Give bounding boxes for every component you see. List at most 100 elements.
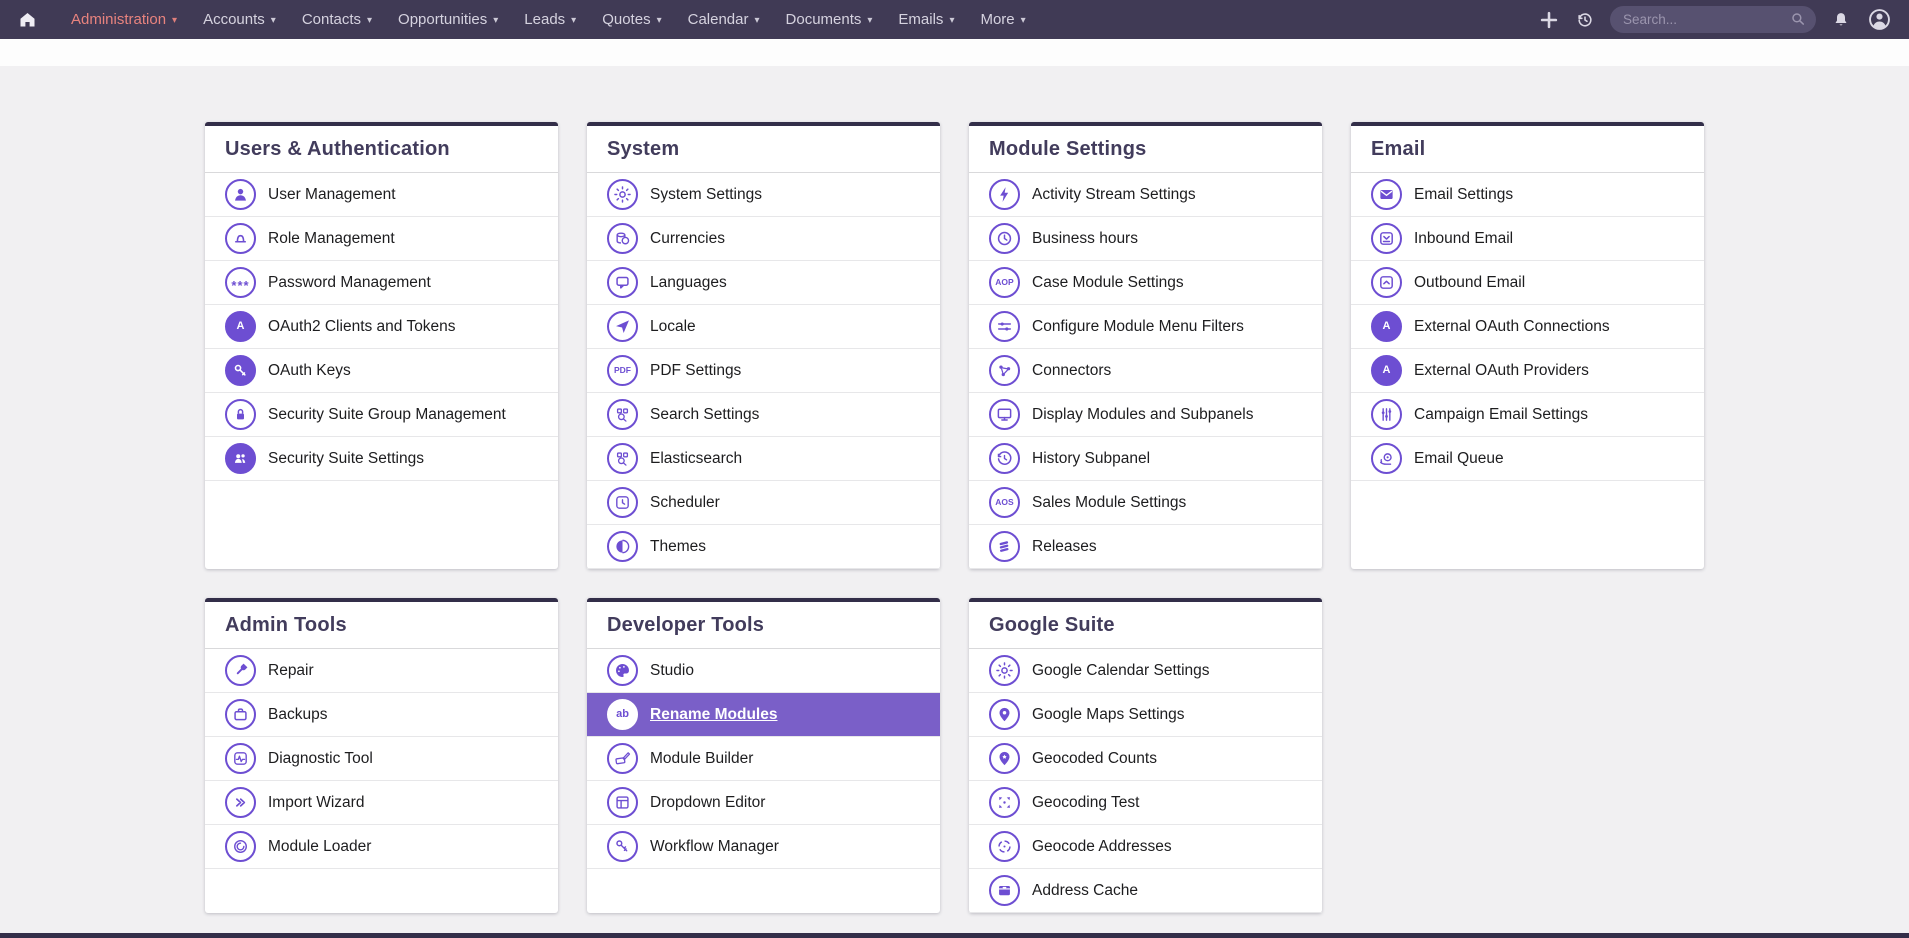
admin-panel-item[interactable]: *** Password Management xyxy=(205,261,558,305)
admin-panel-item[interactable]: History Subpanel xyxy=(969,437,1322,481)
admin-panel-item[interactable]: Module Loader xyxy=(205,825,558,869)
admin-panel-item[interactable]: OAuth Keys xyxy=(205,349,558,393)
admin-panels-grid: Users & Authentication User Management R… xyxy=(205,122,1704,913)
admin-panel-item[interactable]: Activity Stream Settings xyxy=(969,173,1322,217)
navbar-right xyxy=(1538,6,1893,33)
admin-panel-item[interactable]: AOS Sales Module Settings xyxy=(969,481,1322,525)
padlock-icon xyxy=(225,399,256,430)
nav-item-quotes[interactable]: Quotes ▾ xyxy=(589,0,674,39)
bell-icon[interactable] xyxy=(1831,10,1851,30)
key-icon xyxy=(225,355,256,386)
avatar-icon[interactable] xyxy=(1866,6,1893,33)
admin-panel-item[interactable]: Email Queue xyxy=(1351,437,1704,481)
admin-panel-item[interactable]: Configure Module Menu Filters xyxy=(969,305,1322,349)
admin-panel-item[interactable]: PDF PDF Settings xyxy=(587,349,940,393)
admin-panel-item[interactable]: Business hours xyxy=(969,217,1322,261)
admin-panel-item[interactable]: Backups xyxy=(205,693,558,737)
chevron-down-icon: ▾ xyxy=(867,13,872,26)
admin-panel-item[interactable]: Module Builder xyxy=(587,737,940,781)
snail-icon xyxy=(1371,443,1402,474)
nav-item-documents[interactable]: Documents ▾ xyxy=(773,0,886,39)
history-icon[interactable] xyxy=(1575,10,1595,30)
admin-panel-item[interactable]: Inbound Email xyxy=(1351,217,1704,261)
admin-panel-item[interactable]: Geocoded Counts xyxy=(969,737,1322,781)
diagnostic-icon xyxy=(225,743,256,774)
search-box xyxy=(1610,6,1816,33)
admin-panel-item[interactable]: System Settings xyxy=(587,173,940,217)
panel-rows: Activity Stream Settings Business hours … xyxy=(969,173,1322,569)
admin-panel-item[interactable]: User Management xyxy=(205,173,558,217)
admin-panel-item[interactable]: A OAuth2 Clients and Tokens xyxy=(205,305,558,349)
clock-icon xyxy=(989,223,1020,254)
admin-panel-item[interactable]: Scheduler xyxy=(587,481,940,525)
envelope-icon xyxy=(1371,179,1402,210)
panel-title: Admin Tools xyxy=(205,602,558,649)
workflow-key-icon xyxy=(607,831,638,862)
admin-panel-item[interactable]: Security Suite Settings xyxy=(205,437,558,481)
panel-title: Email xyxy=(1351,126,1704,173)
wrench-icon xyxy=(225,655,256,686)
admin-panel-item[interactable]: Dropdown Editor xyxy=(587,781,940,825)
admin-panel-item[interactable]: Role Management xyxy=(205,217,558,261)
admin-panel-item[interactable]: Geocoding Test xyxy=(969,781,1322,825)
admin-panel-item[interactable]: Campaign Email Settings xyxy=(1351,393,1704,437)
nav-item-emails[interactable]: Emails ▾ xyxy=(885,0,967,39)
admin-panel-item[interactable]: Releases xyxy=(969,525,1322,569)
nav-item-calendar[interactable]: Calendar ▾ xyxy=(675,0,773,39)
admin-panel-item[interactable]: Languages xyxy=(587,261,940,305)
hat-icon xyxy=(225,223,256,254)
admin-panel-item[interactable]: Connectors xyxy=(969,349,1322,393)
admin-panel-item[interactable]: Google Maps Settings xyxy=(969,693,1322,737)
admin-panel: System System Settings Currencies Langua… xyxy=(587,122,940,569)
admin-panel-item[interactable]: Diagnostic Tool xyxy=(205,737,558,781)
admin-panel-item[interactable]: Display Modules and Subpanels xyxy=(969,393,1322,437)
admin-panel-item[interactable]: Google Calendar Settings xyxy=(969,649,1322,693)
admin-panel-item[interactable]: Geocode Addresses xyxy=(969,825,1322,869)
nav-item-leads[interactable]: Leads ▾ xyxy=(511,0,589,39)
admin-panel-item[interactable]: Currencies xyxy=(587,217,940,261)
nav-item-accounts[interactable]: Accounts ▾ xyxy=(190,0,289,39)
admin-panel-item[interactable]: Themes xyxy=(587,525,940,569)
admin-panel-item[interactable]: Import Wizard xyxy=(205,781,558,825)
ab-icon: ab xyxy=(607,699,638,730)
admin-panel-item[interactable]: Email Settings xyxy=(1351,173,1704,217)
admin-panel-item[interactable]: Outbound Email xyxy=(1351,261,1704,305)
chevron-down-icon: ▾ xyxy=(271,13,276,26)
admin-panel-item[interactable]: Security Suite Group Management xyxy=(205,393,558,437)
admin-panel-item[interactable]: A External OAuth Providers xyxy=(1351,349,1704,393)
search-input[interactable] xyxy=(1610,6,1816,33)
oauth-a-icon: A xyxy=(225,311,256,342)
nav-item-more[interactable]: More ▾ xyxy=(967,0,1038,39)
admin-panel: Module Settings Activity Stream Settings… xyxy=(969,122,1322,569)
admin-panel-item[interactable]: Search Settings xyxy=(587,393,940,437)
panel-rows: User Management Role Management *** Pass… xyxy=(205,173,558,481)
home-icon[interactable] xyxy=(10,0,44,39)
admin-panel-item[interactable]: A External OAuth Connections xyxy=(1351,305,1704,349)
plus-icon[interactable] xyxy=(1538,9,1560,31)
aop-icon: AOP xyxy=(989,267,1020,298)
admin-panel-item[interactable]: AOP Case Module Settings xyxy=(969,261,1322,305)
chevron-down-icon: ▾ xyxy=(493,13,498,26)
nav-item-contacts[interactable]: Contacts ▾ xyxy=(289,0,385,39)
admin-panel-item[interactable]: Workflow Manager xyxy=(587,825,940,869)
admin-panel-item[interactable]: Repair xyxy=(205,649,558,693)
admin-panel-item[interactable]: Address Cache xyxy=(969,869,1322,913)
admin-panel: Google Suite Google Calendar Settings Go… xyxy=(969,598,1322,913)
panel-rows: Google Calendar Settings Google Maps Set… xyxy=(969,649,1322,913)
brick-pencil-icon xyxy=(607,743,638,774)
chevron-down-icon: ▾ xyxy=(754,13,759,26)
search-blocks-icon xyxy=(607,443,638,474)
nav-item-administration[interactable]: Administration ▾ xyxy=(58,0,190,39)
gear-icon xyxy=(989,655,1020,686)
palette-icon xyxy=(607,655,638,686)
chevron-down-icon: ▾ xyxy=(571,13,576,26)
crosshair-icon xyxy=(989,831,1020,862)
layers-icon xyxy=(989,531,1020,562)
nav-item-opportunities[interactable]: Opportunities ▾ xyxy=(385,0,511,39)
admin-panel-item[interactable]: Studio xyxy=(587,649,940,693)
admin-panel-item[interactable]: ab Rename Modules xyxy=(587,693,940,737)
admin-panel-item[interactable]: Elasticsearch xyxy=(587,437,940,481)
chevron-down-icon: ▾ xyxy=(657,13,662,26)
admin-panel-item[interactable]: Locale xyxy=(587,305,940,349)
lightning-bolt-icon xyxy=(989,179,1020,210)
